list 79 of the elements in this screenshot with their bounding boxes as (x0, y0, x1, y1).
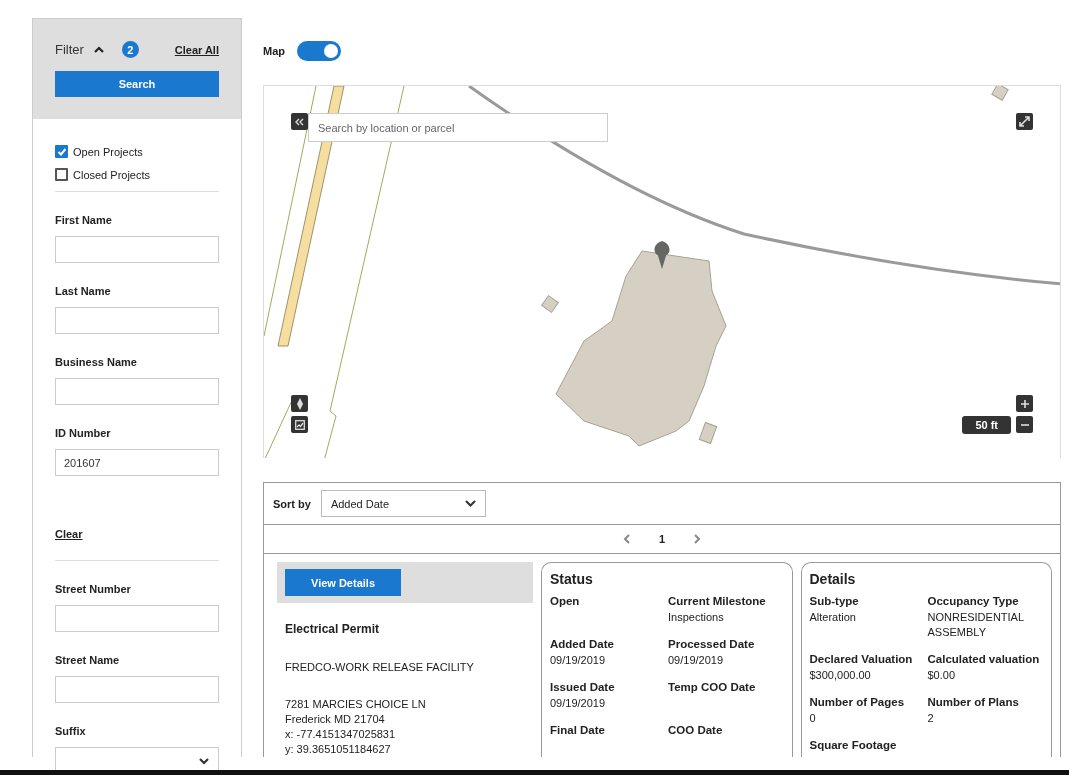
panel-title: Details (809, 571, 857, 587)
previous-page-icon[interactable] (622, 534, 631, 544)
search-button[interactable]: Search (55, 71, 219, 97)
project-name: FREDCO-WORK RELEASE FACILITY (285, 661, 475, 673)
clear-link[interactable]: Clear (55, 528, 83, 540)
field-label: ID Number (55, 427, 112, 439)
address-line: x: -77.4151347025831 (285, 727, 397, 742)
search-field[interactable]: Search by location or parcel (308, 113, 608, 142)
field-label: Sub-type (809, 595, 860, 607)
permit-type: Electrical Permit (285, 622, 381, 636)
field-label: Processed Date (668, 638, 756, 650)
field-label: Temp COO Date (668, 681, 757, 693)
checkbox-label: Closed Projects (73, 168, 151, 181)
page-number[interactable]: 1 (658, 533, 666, 545)
field-label: Suffix (55, 725, 87, 737)
expand-button[interactable] (1016, 113, 1033, 130)
plus-icon (1020, 399, 1029, 408)
checkbox[interactable] (55, 145, 68, 158)
chart-frame-icon (294, 419, 305, 430)
field-label: Business Name (55, 356, 138, 368)
expand-icon (1019, 116, 1030, 127)
checkbox[interactable] (55, 168, 68, 181)
field-value: 09/19/2019 (550, 696, 607, 711)
toggle-label: Map (263, 45, 285, 57)
input-field[interactable] (55, 605, 219, 632)
field-label: COO Date (668, 724, 724, 736)
scale-label: 50 ft (962, 416, 1011, 434)
input-field[interactable]: 201607 (55, 449, 219, 476)
input-field[interactable] (55, 307, 219, 334)
field-label: Issued Date (550, 681, 616, 693)
field-value: Alteration (809, 610, 857, 625)
count-badge: 2 (121, 41, 139, 58)
field-label: Occupancy Type (927, 595, 1020, 607)
field-value: 09/19/2019 (550, 653, 607, 668)
field-value: NONRESIDENTIAL ASSEMBLY (927, 610, 1025, 640)
field-value: $0.00 (927, 668, 957, 683)
next-page-icon[interactable] (693, 534, 702, 544)
field-label: Street Number (55, 583, 132, 595)
field-label: Square Footage (809, 739, 898, 751)
field-label: Number of Plans (927, 696, 1020, 708)
checkbox-label: Open Projects (73, 145, 143, 158)
map-toggle[interactable] (297, 41, 341, 61)
field-label: First Name (55, 214, 113, 226)
panel-title: Status (550, 571, 594, 587)
field-label: Open (550, 595, 581, 607)
input-field[interactable] (55, 236, 219, 263)
compass-button[interactable] (291, 395, 308, 412)
compass-icon (295, 397, 304, 410)
field-value: Inspections (668, 610, 725, 625)
field-label: Declared Valuation (809, 653, 914, 665)
zoom-out-button[interactable] (1016, 416, 1033, 433)
chevron-down-icon (464, 500, 476, 507)
chevron-up-icon[interactable] (93, 45, 104, 54)
field-label: Last Name (55, 285, 112, 297)
double-chevron-icon (295, 117, 304, 126)
field-label: Street Name (55, 654, 121, 666)
address-line: y: 39.3651051184627 (285, 742, 392, 757)
zoom-in-button[interactable] (1016, 395, 1033, 412)
field-label: Calculated valuation (927, 653, 1041, 665)
field-label: Final Date (550, 724, 606, 736)
chevron-down-icon (198, 756, 210, 765)
clear-all-link[interactable]: Clear All (174, 43, 219, 56)
field-label: Added Date (550, 638, 615, 650)
field-value: 2 (927, 711, 935, 726)
filter-title: Filter (55, 42, 84, 57)
field-label: Current Milestone (668, 595, 767, 607)
address-line: Frederick MD 21704 (285, 712, 386, 727)
field-value: 0 (809, 711, 817, 726)
field-value: $300,000.00 (809, 668, 872, 683)
sort-dropdown[interactable]: Added Date (320, 490, 486, 517)
layers-button[interactable] (291, 416, 308, 433)
view-details-button[interactable]: View Details (285, 569, 401, 596)
sort-label: Sort by (273, 497, 311, 510)
input-field[interactable] (55, 378, 219, 405)
field-label: Number of Pages (809, 696, 906, 708)
field-value: 09/19/2019 (668, 653, 725, 668)
address-line: 7281 MARCIES CHOICE LN (285, 697, 427, 712)
input-field[interactable] (55, 676, 219, 703)
collapse-button[interactable] (291, 113, 308, 130)
